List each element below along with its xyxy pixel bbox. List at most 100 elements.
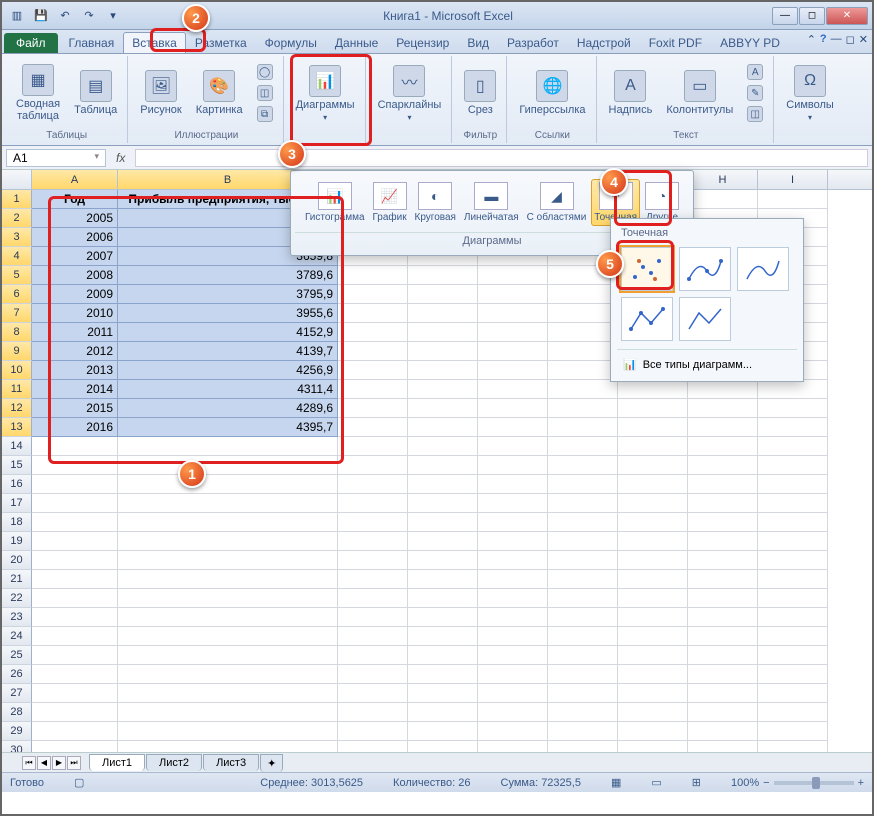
cell[interactable] [688,608,758,627]
slicer-button[interactable]: ▯Срез [460,68,500,118]
cell[interactable] [548,418,618,437]
cell[interactable] [548,456,618,475]
cell[interactable] [408,703,478,722]
cell[interactable] [338,627,408,646]
row-header[interactable]: 6 [2,285,32,304]
cell[interactable] [408,380,478,399]
cell[interactable] [338,323,408,342]
cell[interactable] [118,646,338,665]
cell[interactable] [338,570,408,589]
cell[interactable]: 2005 [32,209,118,228]
row-header[interactable]: 23 [2,608,32,627]
cell[interactable]: 2010 [32,304,118,323]
cell[interactable] [758,684,828,703]
cell[interactable] [478,361,548,380]
cell[interactable] [618,703,688,722]
cell[interactable] [758,551,828,570]
cell[interactable] [758,532,828,551]
cell[interactable] [548,665,618,684]
cell[interactable] [618,418,688,437]
cell[interactable] [618,684,688,703]
cell[interactable] [478,665,548,684]
cell[interactable] [478,437,548,456]
col-I[interactable]: I [758,170,828,189]
sheet-tab-2[interactable]: Лист2 [146,754,202,771]
cell[interactable] [618,399,688,418]
cell[interactable] [118,551,338,570]
cell[interactable] [118,627,338,646]
cell[interactable] [338,361,408,380]
sheet-last-icon[interactable]: ⏭ [67,756,81,770]
cell[interactable] [688,380,758,399]
cell[interactable] [758,570,828,589]
cell[interactable] [618,722,688,741]
cell[interactable] [548,722,618,741]
cell[interactable] [408,456,478,475]
cell[interactable] [618,646,688,665]
zoom-in-icon[interactable]: + [858,777,864,789]
cell[interactable] [32,551,118,570]
cell[interactable] [32,494,118,513]
cell[interactable] [758,190,828,209]
row-header[interactable]: 2 [2,209,32,228]
row-header[interactable]: 11 [2,380,32,399]
cell[interactable] [118,513,338,532]
cell[interactable]: 2006 [32,228,118,247]
formula-input[interactable] [135,149,868,167]
col-H[interactable]: H [688,170,758,189]
cell[interactable] [688,475,758,494]
cell[interactable] [338,589,408,608]
cell[interactable] [478,551,548,570]
cell[interactable] [408,646,478,665]
tab-view[interactable]: Вид [458,32,498,53]
tab-data[interactable]: Данные [326,32,387,53]
cell[interactable] [408,285,478,304]
cell[interactable] [478,703,548,722]
minimize-button[interactable]: — [772,7,798,25]
tab-layout[interactable]: Разметка [186,32,256,53]
cell[interactable] [338,437,408,456]
cell[interactable] [548,342,618,361]
row-header[interactable]: 12 [2,399,32,418]
scatter-smooth-markers-button[interactable] [679,247,731,291]
cell[interactable] [688,513,758,532]
charts-button[interactable]: 📊Диаграммы▾ [292,63,359,124]
cell[interactable] [32,456,118,475]
tab-review[interactable]: Рецензир [387,32,458,53]
cell[interactable] [618,570,688,589]
chart-area-button[interactable]: ◢С областями [524,179,590,226]
excel-icon[interactable]: ▥ [6,5,28,27]
cell[interactable] [338,342,408,361]
cell[interactable] [618,608,688,627]
cell[interactable] [618,589,688,608]
scatter-markers-button[interactable] [621,247,673,291]
cell[interactable] [338,418,408,437]
cell[interactable] [688,570,758,589]
cell[interactable]: 2014 [32,380,118,399]
cell[interactable] [338,608,408,627]
cell[interactable] [408,627,478,646]
object-button[interactable]: ◫ [743,104,767,124]
cell[interactable] [408,570,478,589]
cell[interactable] [758,475,828,494]
file-tab[interactable]: Файл [4,33,58,53]
sparklines-button[interactable]: 〰Спарклайны▾ [374,63,446,124]
cell[interactable] [758,418,828,437]
select-all-corner[interactable] [2,170,32,189]
tab-home[interactable]: Главная [60,32,124,53]
row-header[interactable]: 28 [2,703,32,722]
cell[interactable] [618,456,688,475]
cell[interactable] [478,570,548,589]
row-header[interactable]: 16 [2,475,32,494]
cell[interactable] [408,551,478,570]
cell[interactable] [688,646,758,665]
cell[interactable] [478,513,548,532]
row-header[interactable]: 1 [2,190,32,209]
zoom-level[interactable]: 100% [731,777,759,789]
cell[interactable]: 2009 [32,285,118,304]
smartart-button[interactable]: ◫ [253,83,277,103]
cell[interactable] [688,190,758,209]
cell[interactable] [548,703,618,722]
cell[interactable] [118,475,338,494]
cell[interactable] [408,722,478,741]
